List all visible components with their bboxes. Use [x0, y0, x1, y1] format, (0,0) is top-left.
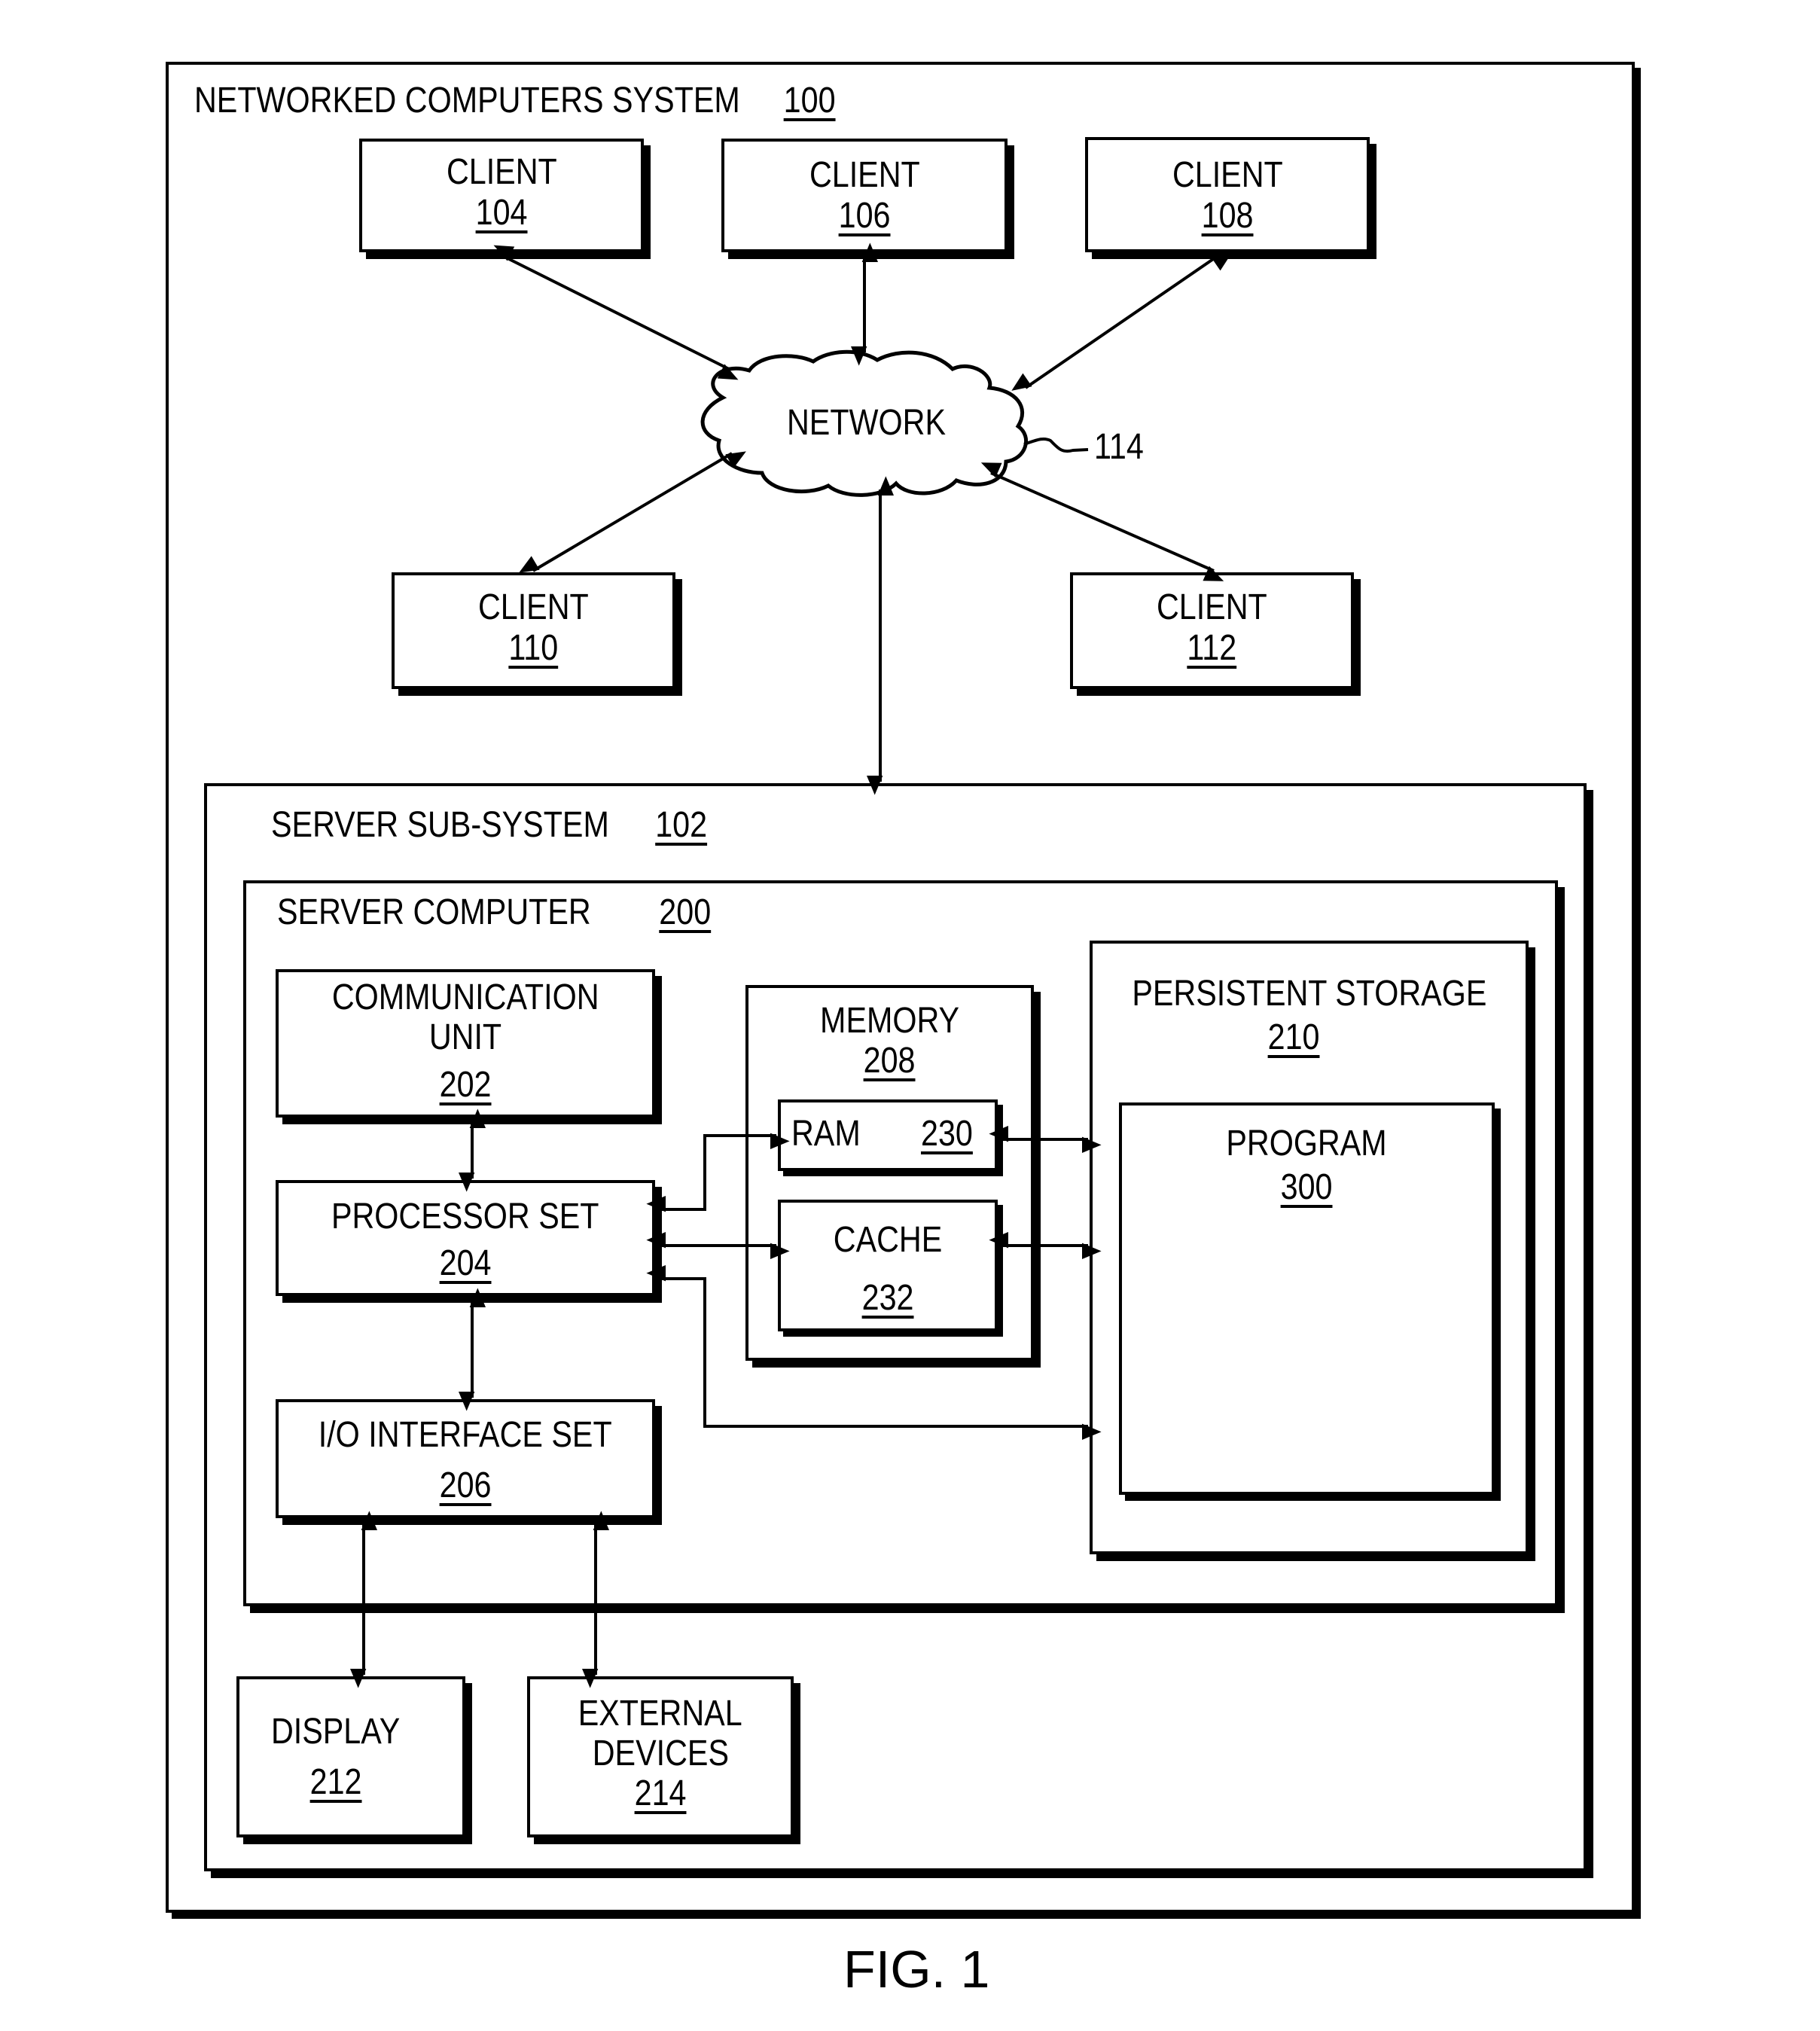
io-interface-set-ref: 206	[439, 1465, 492, 1506]
server-subsystem-title: SERVER SUB-SYSTEM 102	[271, 807, 707, 843]
io-interface-set-label: I/O INTERFACE SET	[319, 1415, 612, 1455]
server-computer-ref: 200	[659, 892, 712, 932]
ram: RAM 230	[778, 1099, 998, 1171]
cache: CACHE 232	[778, 1200, 998, 1331]
network-ref: 114	[1094, 427, 1144, 467]
client-104: CLIENT 104	[359, 139, 644, 252]
io-interface-set: I/O INTERFACE SET 206	[276, 1399, 655, 1518]
memory-ref: 208	[864, 1040, 916, 1081]
figure-caption: FIG. 1	[843, 1940, 990, 1999]
ram-label: RAM	[791, 1114, 861, 1154]
client-112: CLIENT 112	[1070, 572, 1354, 689]
client-ref: 106	[838, 195, 891, 236]
server-subsystem-ref: 102	[655, 805, 708, 845]
client-label: CLIENT	[1172, 155, 1283, 195]
external-devices-line2: DEVICES	[592, 1733, 729, 1773]
network-label: NETWORK	[787, 403, 946, 443]
program-ref: 300	[1281, 1166, 1333, 1207]
system-title-text: NETWORKED COMPUTERS SYSTEM	[194, 81, 740, 120]
communication-unit: COMMUNICATION UNIT 202	[276, 969, 655, 1118]
client-ref: 112	[1187, 627, 1237, 668]
client-ref: 108	[1201, 195, 1254, 236]
client-106: CLIENT 106	[721, 139, 1008, 252]
client-label: CLIENT	[446, 152, 557, 192]
cache-ref: 232	[861, 1277, 914, 1318]
server-computer-title: SERVER COMPUTER 200	[277, 895, 711, 931]
client-110: CLIENT 110	[392, 572, 675, 689]
communication-unit-ref: 202	[439, 1064, 492, 1105]
processor-set: PROCESSOR SET 204	[276, 1180, 655, 1296]
program: PROGRAM 300	[1119, 1102, 1495, 1495]
client-label: CLIENT	[809, 155, 920, 195]
client-ref: 110	[508, 627, 559, 668]
display: DISPLAY 212	[236, 1676, 465, 1837]
system-ref: 100	[783, 81, 836, 120]
client-label: CLIENT	[478, 587, 589, 627]
processor-set-label: PROCESSOR SET	[331, 1197, 599, 1237]
client-label: CLIENT	[1157, 587, 1267, 627]
ram-ref: 230	[921, 1114, 973, 1154]
processor-set-ref: 204	[439, 1243, 492, 1284]
display-label: DISPLAY	[271, 1712, 401, 1752]
persistent-storage-ref: 210	[1268, 1017, 1320, 1057]
memory-label: MEMORY	[819, 1001, 960, 1041]
communication-unit-line1: COMMUNICATION	[331, 977, 599, 1017]
external-devices-ref: 214	[634, 1773, 687, 1813]
system-title: NETWORKED COMPUTERS SYSTEM 100	[194, 83, 836, 119]
external-devices-line1: EXTERNAL	[578, 1694, 742, 1734]
program-label: PROGRAM	[1226, 1124, 1388, 1163]
communication-unit-line2: UNIT	[428, 1017, 502, 1057]
display-ref: 212	[309, 1762, 362, 1803]
external-devices: EXTERNAL DEVICES 214	[527, 1676, 794, 1837]
server-computer-title-text: SERVER COMPUTER	[277, 892, 591, 932]
client-ref: 104	[475, 192, 528, 233]
cache-label: CACHE	[833, 1220, 943, 1260]
client-108: CLIENT 108	[1085, 137, 1370, 252]
persistent-storage-label: PERSISTENT STORAGE	[1131, 974, 1487, 1014]
server-subsystem-title-text: SERVER SUB-SYSTEM	[271, 805, 609, 845]
